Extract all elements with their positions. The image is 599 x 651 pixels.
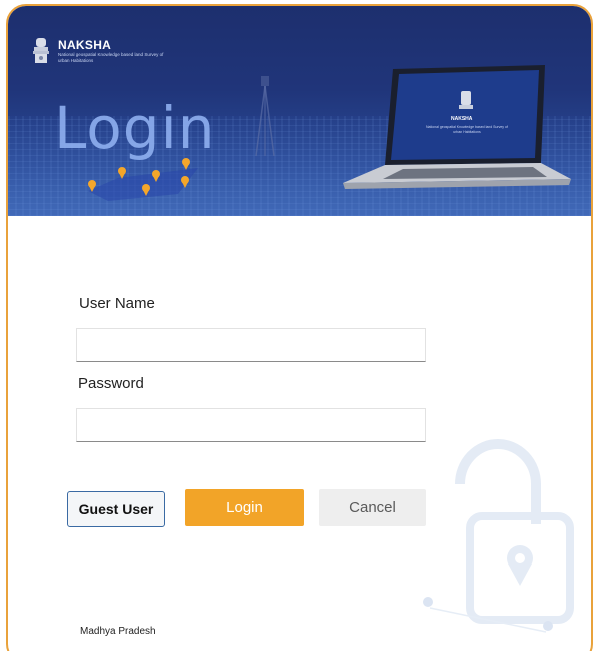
login-card: NAKSHA National geospatial Knowledge bas… [6, 4, 593, 651]
map-pins-icon [88, 158, 198, 201]
password-label: Password [78, 375, 144, 392]
survey-tripod-icon [255, 76, 275, 156]
laptop-illustration: NAKSHA National geospatial Knowledge bas… [333, 61, 573, 201]
header-banner: NAKSHA National geospatial Knowledge bas… [8, 6, 591, 216]
laptop-screen-title: NAKSHA [451, 116, 473, 122]
login-button[interactable]: Login [185, 489, 304, 526]
emblem-icon [33, 38, 49, 63]
state-label: Madhya Pradesh [80, 626, 156, 637]
lock-icon [423, 439, 574, 633]
username-input[interactable] [76, 328, 426, 362]
brand-subtitle: National geospatial Knowledge based land… [58, 52, 164, 63]
laptop-screen-subtitle: National geospatial Knowledge based land… [426, 125, 508, 134]
cancel-button[interactable]: Cancel [319, 489, 426, 526]
username-label: User Name [79, 295, 155, 312]
login-heading: Login [54, 94, 216, 162]
password-input[interactable] [76, 408, 426, 442]
guest-user-button[interactable]: Guest User [67, 491, 165, 527]
brand-title: NAKSHA [58, 38, 112, 52]
